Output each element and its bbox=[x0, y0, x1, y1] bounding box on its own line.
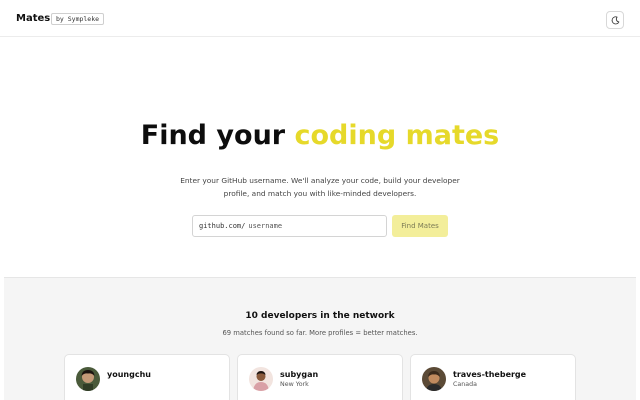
hero-section: Find your coding mates Enter your GitHub… bbox=[0, 37, 640, 277]
network-subtitle: 69 matches found so far. More profiles =… bbox=[222, 329, 418, 337]
hero-description: Enter your GitHub username. We'll analyz… bbox=[180, 176, 460, 198]
developer-card[interactable]: subygan New York bbox=[237, 354, 403, 400]
github-url-prefix: github.com/ bbox=[199, 222, 246, 230]
top-navbar: Mates by Sympleke bbox=[0, 0, 640, 37]
network-title: 10 developers in the network bbox=[245, 311, 395, 321]
avatar bbox=[422, 367, 446, 391]
developer-location: Canada bbox=[453, 381, 477, 388]
username-input[interactable] bbox=[248, 222, 369, 230]
theme-toggle-button[interactable] bbox=[606, 11, 624, 29]
developer-location: New York bbox=[280, 381, 309, 388]
developer-card[interactable]: traves-theberge Canada bbox=[410, 354, 576, 400]
developer-card[interactable]: youngchu bbox=[64, 354, 230, 400]
avatar bbox=[76, 367, 100, 391]
hero-title-prefix: Find your bbox=[140, 120, 295, 151]
moon-icon bbox=[611, 15, 619, 24]
avatar bbox=[249, 367, 273, 391]
hero-title-accent: coding mates bbox=[294, 120, 500, 151]
github-username-field[interactable]: github.com/ bbox=[192, 215, 387, 237]
developer-name: traves-theberge bbox=[453, 370, 527, 379]
hero-title: Find your coding mates bbox=[0, 120, 640, 151]
developer-name: subygan bbox=[280, 370, 319, 379]
network-section: 10 developers in the network 69 matches … bbox=[4, 277, 636, 400]
by-sympleke-badge: by Sympleke bbox=[51, 13, 105, 25]
brand-logo[interactable]: Mates bbox=[16, 13, 50, 24]
developer-name: youngchu bbox=[107, 370, 151, 379]
find-mates-button[interactable]: Find Mates bbox=[392, 215, 448, 237]
